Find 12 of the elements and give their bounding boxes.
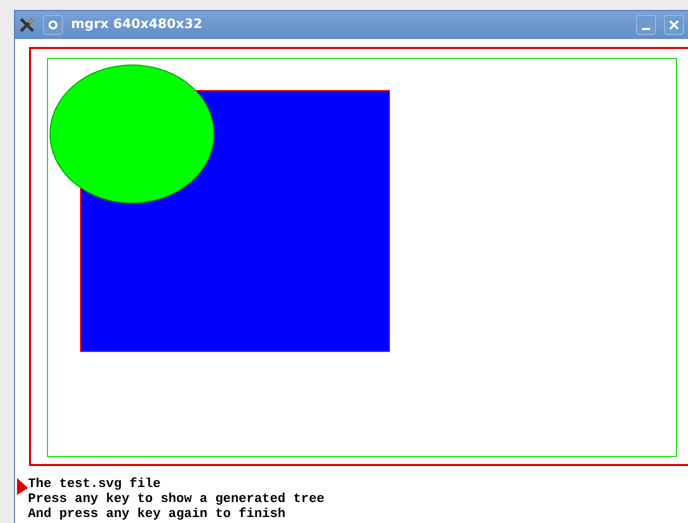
console-line: The test.svg file	[28, 476, 162, 491]
cursor-icon	[17, 478, 28, 495]
minimize-button[interactable]	[636, 15, 656, 35]
close-button[interactable]	[664, 15, 684, 35]
close-icon	[669, 20, 679, 30]
minimize-icon	[642, 28, 650, 30]
tools-icon	[19, 17, 35, 33]
console-line: Press any key to show a generated tree	[28, 491, 324, 506]
window-menu-button[interactable]	[43, 15, 63, 35]
circle-icon	[48, 20, 58, 30]
console-line: And press any key again to finish	[28, 506, 286, 521]
window-title: mgrx 640x480x32	[71, 16, 202, 34]
